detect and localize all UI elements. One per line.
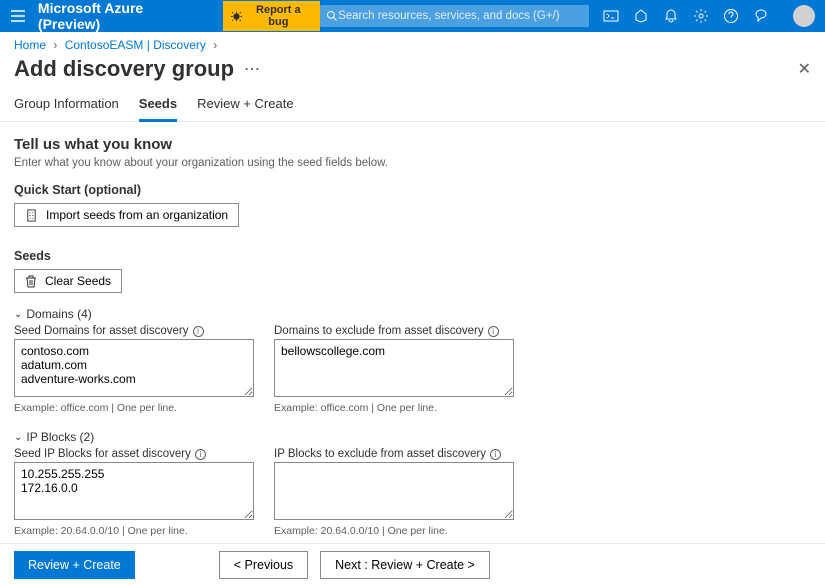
info-icon[interactable]: i [195,449,206,460]
user-avatar[interactable] [793,5,815,27]
notifications-icon[interactable] [663,8,679,24]
quickstart-label: Quick Start (optional) [14,183,811,197]
page-title: Add discovery group [14,56,234,82]
organization-icon [25,209,38,222]
label-exclude-domains: Domains to exclude from asset discovery … [274,325,514,337]
report-bug-button[interactable]: Report a bug [223,1,321,31]
tab-group-information[interactable]: Group Information [14,90,119,121]
section-subtext: Enter what you know about your organizat… [14,157,811,169]
exclude-ipblocks-input[interactable] [274,462,514,520]
label-seed-ipblocks: Seed IP Blocks for asset discovery i [14,448,254,460]
tab-seeds[interactable]: Seeds [139,90,177,122]
search-input[interactable] [338,10,583,22]
seed-ipblocks-input[interactable] [14,462,254,520]
section-ipblocks: ⌄ IP Blocks (2) Seed IP Blocks for asset… [14,430,811,539]
clear-seeds-button[interactable]: Clear Seeds [14,269,122,293]
seed-domains-input[interactable] [14,339,254,397]
label-seed-domains: Seed Domains for asset discovery i [14,325,254,337]
bug-icon [231,11,242,22]
import-seeds-button[interactable]: Import seeds from an organization [14,203,239,227]
page-header: Add discovery group ⋯ ✕ [0,54,825,90]
hint-seed-domains: Example: office.com | One per line. [14,402,254,414]
breadcrumb: Home › ContosoEASM | Discovery › [0,32,825,54]
chevron-right-icon: › [213,38,217,52]
brand-label: Microsoft Azure (Preview) [38,0,209,32]
tab-review-create[interactable]: Review + Create [197,90,293,121]
accordion-header-ipblocks[interactable]: ⌄ IP Blocks (2) [14,430,811,444]
accordion-header-domains[interactable]: ⌄ Domains (4) [14,307,811,321]
breadcrumb-resource[interactable]: ContosoEASM | Discovery [65,38,206,52]
previous-button[interactable]: < Previous [219,551,308,579]
next-button[interactable]: Next : Review + Create > [320,551,490,579]
help-icon[interactable] [723,8,739,24]
settings-gear-icon[interactable] [693,8,709,24]
directories-icon[interactable] [633,8,649,24]
hint-exclude-domains: Example: office.com | One per line. [274,402,514,414]
feedback-icon[interactable] [753,8,769,24]
cloud-shell-icon[interactable] [603,8,619,24]
global-search[interactable] [320,5,589,27]
wizard-tabs: Group Information Seeds Review + Create [0,90,825,122]
chevron-down-icon: ⌄ [14,432,22,443]
label-exclude-ipblocks: IP Blocks to exclude from asset discover… [274,448,514,460]
hamburger-icon[interactable] [10,8,28,24]
chevron-down-icon: ⌄ [14,309,22,320]
hint-seed-ipblocks: Example: 20.64.0.0/10 | One per line. [14,525,254,537]
info-icon[interactable]: i [490,449,501,460]
close-icon[interactable]: ✕ [798,59,811,79]
info-icon[interactable]: i [488,326,499,337]
top-utility-icons [603,5,815,27]
seeds-label: Seeds [14,249,811,263]
review-create-button[interactable]: Review + Create [14,551,135,579]
wizard-footer: Review + Create < Previous Next : Review… [0,543,825,585]
exclude-domains-input[interactable] [274,339,514,397]
trash-icon [25,275,37,288]
more-ellipsis-icon[interactable]: ⋯ [244,59,260,79]
section-domains: ⌄ Domains (4) Seed Domains for asset dis… [14,307,811,416]
breadcrumb-home[interactable]: Home [14,38,46,52]
info-icon[interactable]: i [193,326,204,337]
top-bar: Microsoft Azure (Preview) Report a bug [0,0,825,32]
content-area: Tell us what you know Enter what you kno… [0,122,825,562]
search-icon [326,10,338,22]
chevron-right-icon: › [53,38,57,52]
hint-exclude-ipblocks: Example: 20.64.0.0/10 | One per line. [274,525,514,537]
section-heading: Tell us what you know [14,136,811,153]
